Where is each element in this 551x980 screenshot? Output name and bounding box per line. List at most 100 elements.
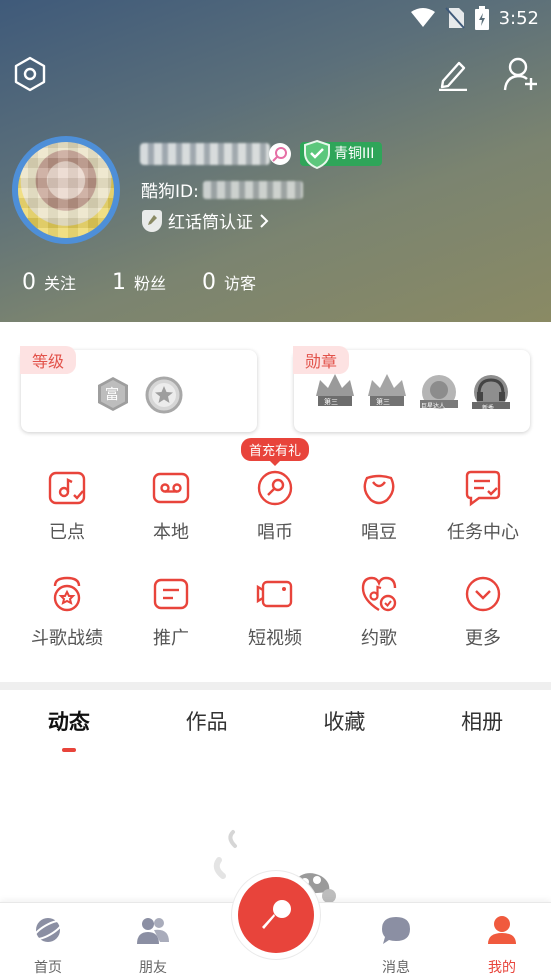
settings-button[interactable] bbox=[12, 56, 48, 92]
profile-header: 3:52 青铜III 酷狗ID: 红话筒认证 0 关注 1 粉丝 0 访客 bbox=[0, 0, 551, 322]
grid-item-invite-song[interactable]: 约歌 bbox=[327, 566, 431, 672]
stat-following-label: 关注 bbox=[44, 274, 77, 293]
grid-item-label: 任务中心 bbox=[447, 522, 519, 543]
crown-medal-icon bbox=[368, 374, 406, 406]
crown-medal-icon bbox=[316, 374, 354, 406]
friends-icon bbox=[137, 918, 169, 944]
content-tabs: 动态 作品 收藏 相册 bbox=[0, 706, 551, 754]
stat-fans-count: 1 bbox=[112, 270, 127, 295]
feature-grid: 已点 本地 首充有礼 唱币 唱豆 任务中心 斗歌战绩 推广 短视频 约歌 更多 bbox=[15, 438, 536, 672]
status-time: 3:52 bbox=[498, 7, 539, 29]
nav-label: 我的 bbox=[488, 960, 516, 976]
invite-song-icon bbox=[361, 576, 397, 612]
tab-feed[interactable]: 动态 bbox=[0, 706, 138, 754]
promote-icon bbox=[153, 578, 189, 610]
tab-album[interactable]: 相册 bbox=[413, 706, 551, 754]
grid-item-beans[interactable]: 唱豆 bbox=[327, 460, 431, 566]
battery-icon bbox=[474, 6, 489, 30]
medal-item: 新秀 bbox=[468, 372, 514, 414]
stat-fans-label: 粉丝 bbox=[134, 274, 167, 293]
kugou-id-value-blurred bbox=[202, 180, 303, 199]
grid-item-task-center[interactable]: 任务中心 bbox=[431, 460, 535, 566]
stat-following[interactable]: 0 关注 bbox=[22, 270, 76, 295]
grid-item-label: 斗歌战绩 bbox=[31, 628, 103, 649]
nav-label: 朋友 bbox=[139, 960, 167, 976]
grid-item-label: 唱豆 bbox=[361, 522, 397, 543]
video-icon bbox=[256, 580, 293, 608]
settings-icon bbox=[14, 56, 46, 92]
avatar[interactable] bbox=[12, 136, 120, 244]
cassette-icon bbox=[152, 472, 190, 504]
add-friend-button[interactable] bbox=[503, 56, 539, 92]
coin-mic-icon bbox=[257, 470, 293, 506]
user-icon bbox=[488, 916, 516, 944]
shield-icon bbox=[304, 139, 330, 169]
bottom-navigation: 首页 朋友 消息 我的 bbox=[0, 877, 551, 980]
nav-me[interactable]: 我的 bbox=[462, 913, 542, 977]
certification-link[interactable]: 红话筒认证 bbox=[142, 208, 269, 233]
stat-visitors-count: 0 bbox=[202, 270, 217, 295]
stat-fans[interactable]: 1 粉丝 bbox=[112, 270, 166, 295]
grid-item-label: 已点 bbox=[49, 522, 85, 543]
medal-label: 第三 bbox=[324, 398, 338, 406]
status-bar: 3:52 bbox=[0, 0, 551, 36]
section-divider bbox=[0, 682, 551, 690]
nav-label: 消息 bbox=[382, 960, 410, 976]
more-icon bbox=[465, 576, 501, 612]
level-badge[interactable]: 青铜III bbox=[300, 139, 383, 169]
nav-home[interactable]: 首页 bbox=[8, 913, 88, 977]
singer-search-badge[interactable] bbox=[269, 143, 291, 165]
battle-icon bbox=[53, 576, 81, 612]
nav-messages[interactable]: 消息 bbox=[356, 913, 436, 977]
wifi-icon bbox=[410, 8, 435, 27]
tab-favorites[interactable]: 收藏 bbox=[276, 706, 414, 754]
grid-item-local[interactable]: 本地 bbox=[119, 460, 223, 566]
stat-following-count: 0 bbox=[22, 270, 36, 295]
microphone-icon bbox=[262, 900, 291, 929]
stat-visitors[interactable]: 0 访客 bbox=[202, 270, 256, 295]
tab-label: 动态 bbox=[47, 710, 90, 734]
medal-item: 第三 bbox=[312, 372, 358, 414]
tab-label: 相册 bbox=[461, 710, 504, 734]
nav-label: 首页 bbox=[34, 960, 62, 976]
sing-button[interactable] bbox=[238, 877, 314, 953]
nav-friends[interactable]: 朋友 bbox=[113, 913, 193, 977]
tab-works[interactable]: 作品 bbox=[138, 706, 276, 754]
edit-profile-button[interactable] bbox=[434, 56, 470, 92]
grid-item-label: 约歌 bbox=[361, 628, 397, 649]
stats-row: 0 关注 1 粉丝 0 访客 bbox=[22, 270, 292, 295]
medal-card[interactable]: 勋章 第三 第三 巨星达人 新秀 bbox=[293, 346, 530, 432]
medal-card-tag: 勋章 bbox=[293, 346, 350, 374]
stat-visitors-label: 访客 bbox=[224, 274, 257, 293]
level-card[interactable]: 等级 富 bbox=[20, 346, 257, 432]
task-icon bbox=[465, 470, 501, 507]
pencil-icon bbox=[439, 61, 467, 91]
grid-item-label: 唱币 bbox=[257, 522, 293, 543]
grid-item-short-video[interactable]: 短视频 bbox=[223, 566, 327, 672]
grid-item-label: 推广 bbox=[153, 628, 189, 649]
grid-item-label: 更多 bbox=[465, 628, 501, 649]
medal-label: 第三 bbox=[376, 398, 390, 406]
kugou-id-label: 酷狗ID: bbox=[141, 182, 199, 202]
grid-item-more[interactable]: 更多 bbox=[431, 566, 535, 672]
rich-level-label: 富 bbox=[105, 387, 119, 403]
grid-item-label: 短视频 bbox=[248, 628, 302, 649]
music-note-check-icon bbox=[48, 471, 86, 505]
grid-item-coins[interactable]: 首充有礼 唱币 bbox=[223, 438, 327, 566]
grid-item-label: 本地 bbox=[153, 522, 189, 543]
chevron-right-icon bbox=[260, 213, 269, 228]
planet-icon bbox=[32, 918, 64, 942]
medal-label: 新秀 bbox=[482, 405, 495, 412]
star-level-icon bbox=[145, 376, 183, 414]
bean-icon bbox=[363, 474, 395, 505]
tab-label: 收藏 bbox=[323, 710, 366, 734]
grid-item-promote[interactable]: 推广 bbox=[119, 566, 223, 672]
first-recharge-pill: 首充有礼 bbox=[240, 438, 310, 466]
add-user-icon bbox=[503, 57, 537, 91]
grid-item-requested[interactable]: 已点 bbox=[15, 460, 119, 566]
medal-item: 巨星达人 bbox=[416, 372, 462, 414]
search-icon bbox=[272, 147, 287, 162]
active-tab-indicator bbox=[61, 748, 76, 752]
medal-label: 巨星达人 bbox=[421, 403, 446, 410]
grid-item-battle-record[interactable]: 斗歌战绩 bbox=[15, 566, 119, 672]
